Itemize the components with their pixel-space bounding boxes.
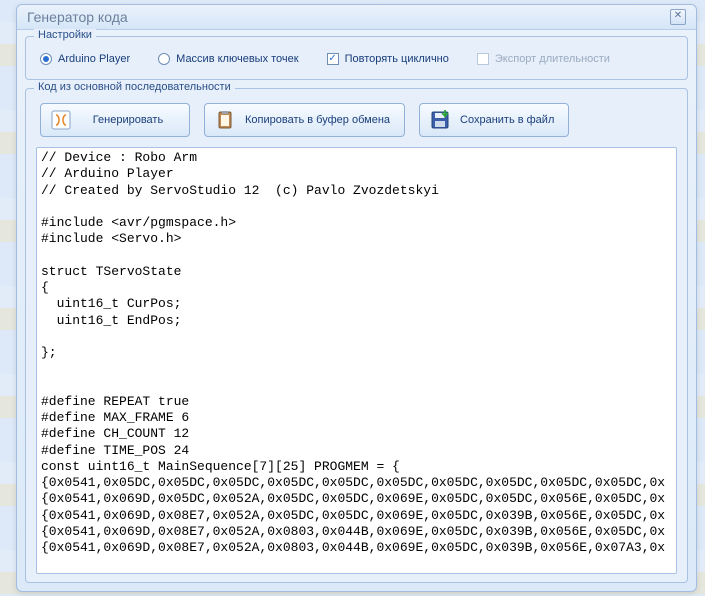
generate-icon [49,108,73,132]
clipboard-icon [213,108,237,132]
checkbox-export-duration: Экспорт длительности [477,53,610,65]
generate-label: Генерировать [81,114,175,127]
checkbox-icon [327,53,339,65]
checkbox-repeat-label: Повторять циклично [345,53,449,65]
radio-arduino-player[interactable]: Arduino Player [40,53,130,65]
copy-button[interactable]: Копировать в буфер обмена [204,103,405,137]
radio-dot-icon [158,53,170,65]
settings-legend: Настройки [34,29,96,41]
titlebar: Генератор кода ✕ [17,5,696,30]
code-generator-dialog: Генератор кода ✕ Настройки Arduino Playe… [16,4,697,592]
dialog-title: Генератор кода [27,9,128,25]
save-label: Сохранить в файл [460,114,554,127]
save-button[interactable]: Сохранить в файл [419,103,569,137]
toolbar: Генерировать Копировать в буфер обмена [36,101,677,147]
generate-button[interactable]: Генерировать [40,103,190,137]
settings-row: Arduino Player Массив ключевых точек Пов… [36,47,677,71]
radio-keypoint-array[interactable]: Массив ключевых точек [158,53,298,65]
floppy-save-icon [428,108,452,132]
radio-arduino-label: Arduino Player [58,53,130,65]
code-group: Код из основной последовательности Генер… [25,88,688,583]
checkbox-icon [477,53,489,65]
code-textarea[interactable]: // Device : Robo Arm // Arduino Player /… [36,147,677,574]
close-button[interactable]: ✕ [670,9,686,25]
close-icon: ✕ [674,10,682,21]
checkbox-export-label: Экспорт длительности [495,53,610,65]
code-legend: Код из основной последовательности [34,81,235,93]
copy-label: Копировать в буфер обмена [245,114,390,127]
radio-dot-icon [40,53,52,65]
settings-group: Настройки Arduino Player Массив ключевых… [25,36,688,80]
radio-keypoints-label: Массив ключевых точек [176,53,298,65]
checkbox-repeat-cyclic[interactable]: Повторять циклично [327,53,449,65]
